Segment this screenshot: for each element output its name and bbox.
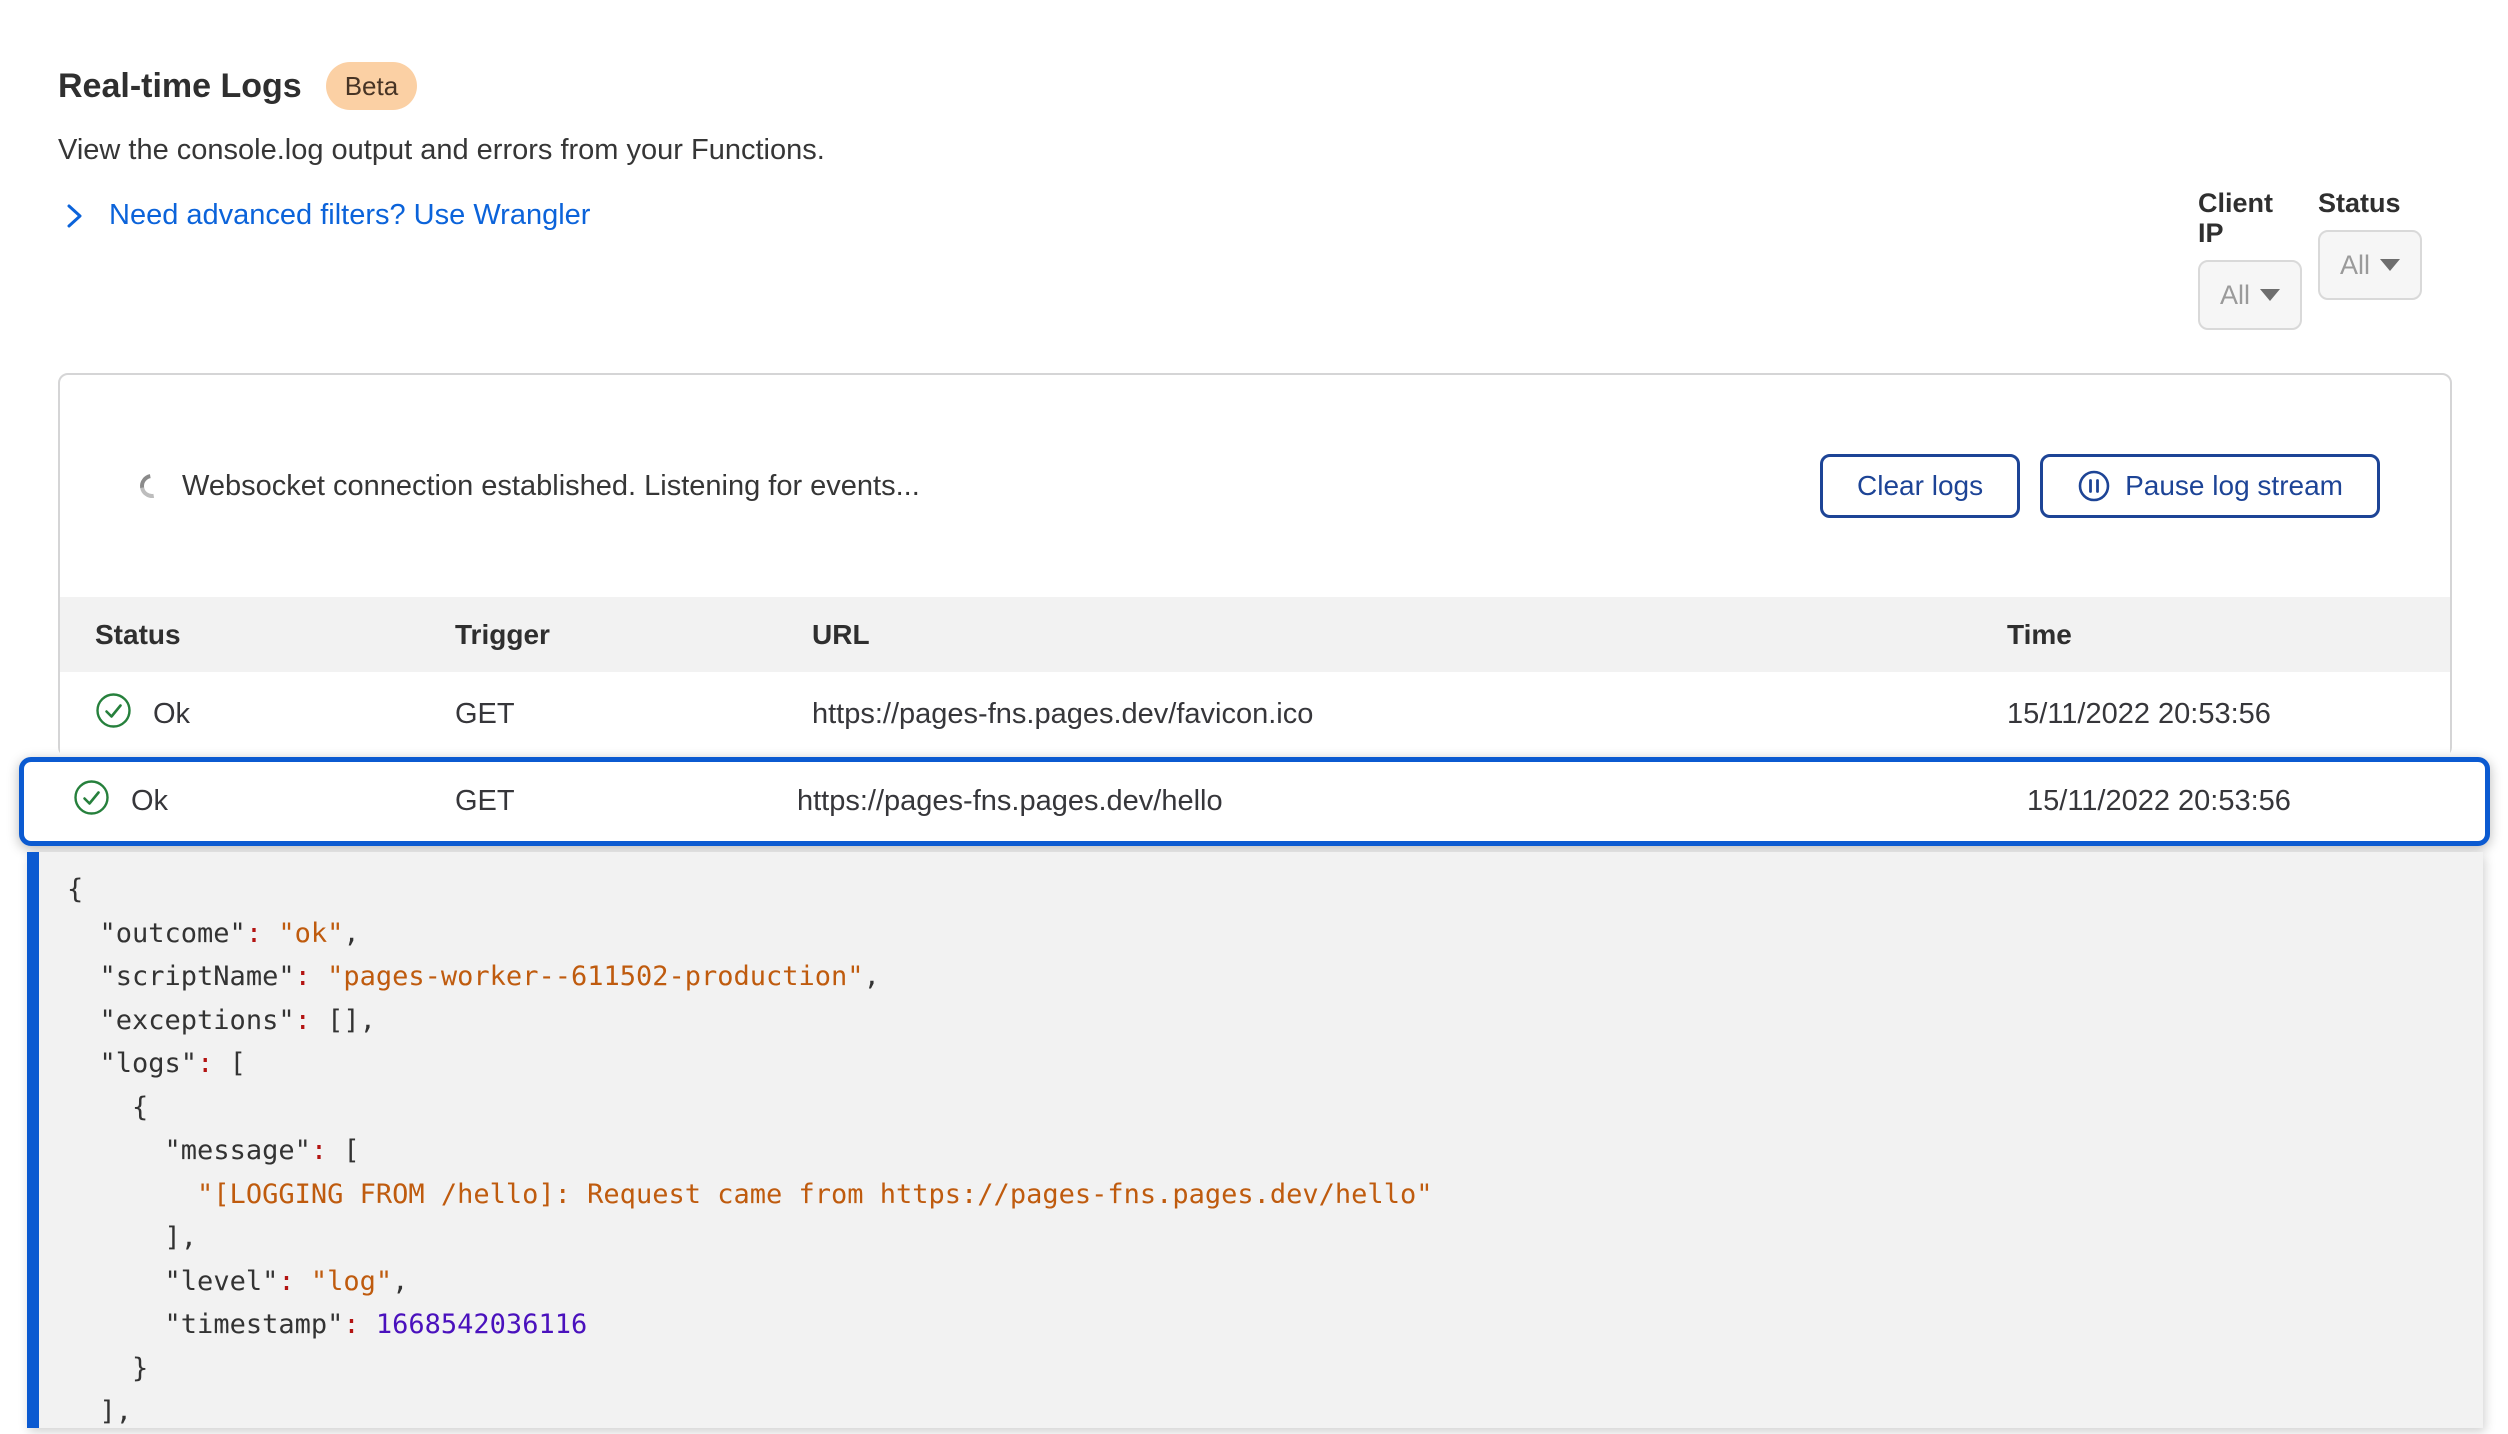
- status-filter-select[interactable]: All: [2318, 230, 2422, 300]
- page-header: Real-time Logs Beta View the console.log…: [58, 62, 825, 232]
- status-label: Ok: [131, 785, 168, 818]
- status-filter-value: All: [2340, 250, 2370, 281]
- time-cell: 15/11/2022 20:53:56: [2027, 785, 2485, 818]
- status-label: Ok: [153, 698, 190, 731]
- loading-spinner-icon: [135, 469, 168, 502]
- log-detail-json: { "outcome": "ok", "scriptName": "pages-…: [67, 868, 2483, 1428]
- client-ip-filter: Client IP All: [2198, 188, 2302, 330]
- column-header-trigger: Trigger: [455, 619, 812, 651]
- status-filter-label: Status: [2318, 188, 2422, 218]
- url-cell: https://pages-fns.pages.dev/hello: [797, 785, 2027, 818]
- column-header-time: Time: [2007, 619, 2450, 651]
- trigger-cell: GET: [455, 698, 812, 731]
- pause-icon: [2077, 469, 2111, 503]
- trigger-cell: GET: [455, 785, 797, 818]
- selected-log-entry: Ok GET https://pages-fns.pages.dev/hello…: [19, 757, 2490, 1428]
- pause-log-stream-button[interactable]: Pause log stream: [2040, 454, 2380, 518]
- log-detail-panel: { "outcome": "ok", "scriptName": "pages-…: [27, 852, 2483, 1428]
- beta-badge: Beta: [326, 62, 418, 110]
- page-title: Real-time Logs: [58, 63, 302, 109]
- table-row[interactable]: Ok GET https://pages-fns.pages.dev/favic…: [60, 672, 2450, 757]
- websocket-status-message: Websocket connection established. Listen…: [182, 470, 1820, 503]
- table-row-selected[interactable]: Ok GET https://pages-fns.pages.dev/hello…: [19, 757, 2490, 846]
- caret-down-icon: [2380, 259, 2400, 271]
- client-ip-filter-label: Client IP: [2198, 188, 2302, 248]
- caret-down-icon: [2260, 289, 2280, 301]
- logs-toolbar: Websocket connection established. Listen…: [60, 375, 2450, 597]
- status-ok-icon: [95, 692, 132, 737]
- status-filter: Status All: [2318, 188, 2422, 330]
- table-header: Status Trigger URL Time: [60, 597, 2450, 672]
- client-ip-filter-select[interactable]: All: [2198, 260, 2302, 330]
- column-header-url: URL: [812, 619, 2007, 651]
- time-cell: 15/11/2022 20:53:56: [2007, 698, 2450, 731]
- wrangler-link[interactable]: Need advanced filters? Use Wrangler: [109, 199, 590, 232]
- url-cell: https://pages-fns.pages.dev/favicon.ico: [812, 698, 2007, 731]
- column-header-status: Status: [95, 619, 455, 651]
- filters: Client IP All Status All: [2198, 188, 2422, 330]
- logs-card: Websocket connection established. Listen…: [58, 373, 2452, 757]
- wrangler-link-row[interactable]: Need advanced filters? Use Wrangler: [58, 199, 825, 232]
- status-ok-icon: [73, 779, 110, 824]
- clear-logs-button[interactable]: Clear logs: [1820, 454, 2020, 518]
- client-ip-filter-value: All: [2220, 280, 2250, 311]
- page-subtitle: View the console.log output and errors f…: [58, 132, 825, 168]
- chevron-right-icon: [58, 200, 90, 232]
